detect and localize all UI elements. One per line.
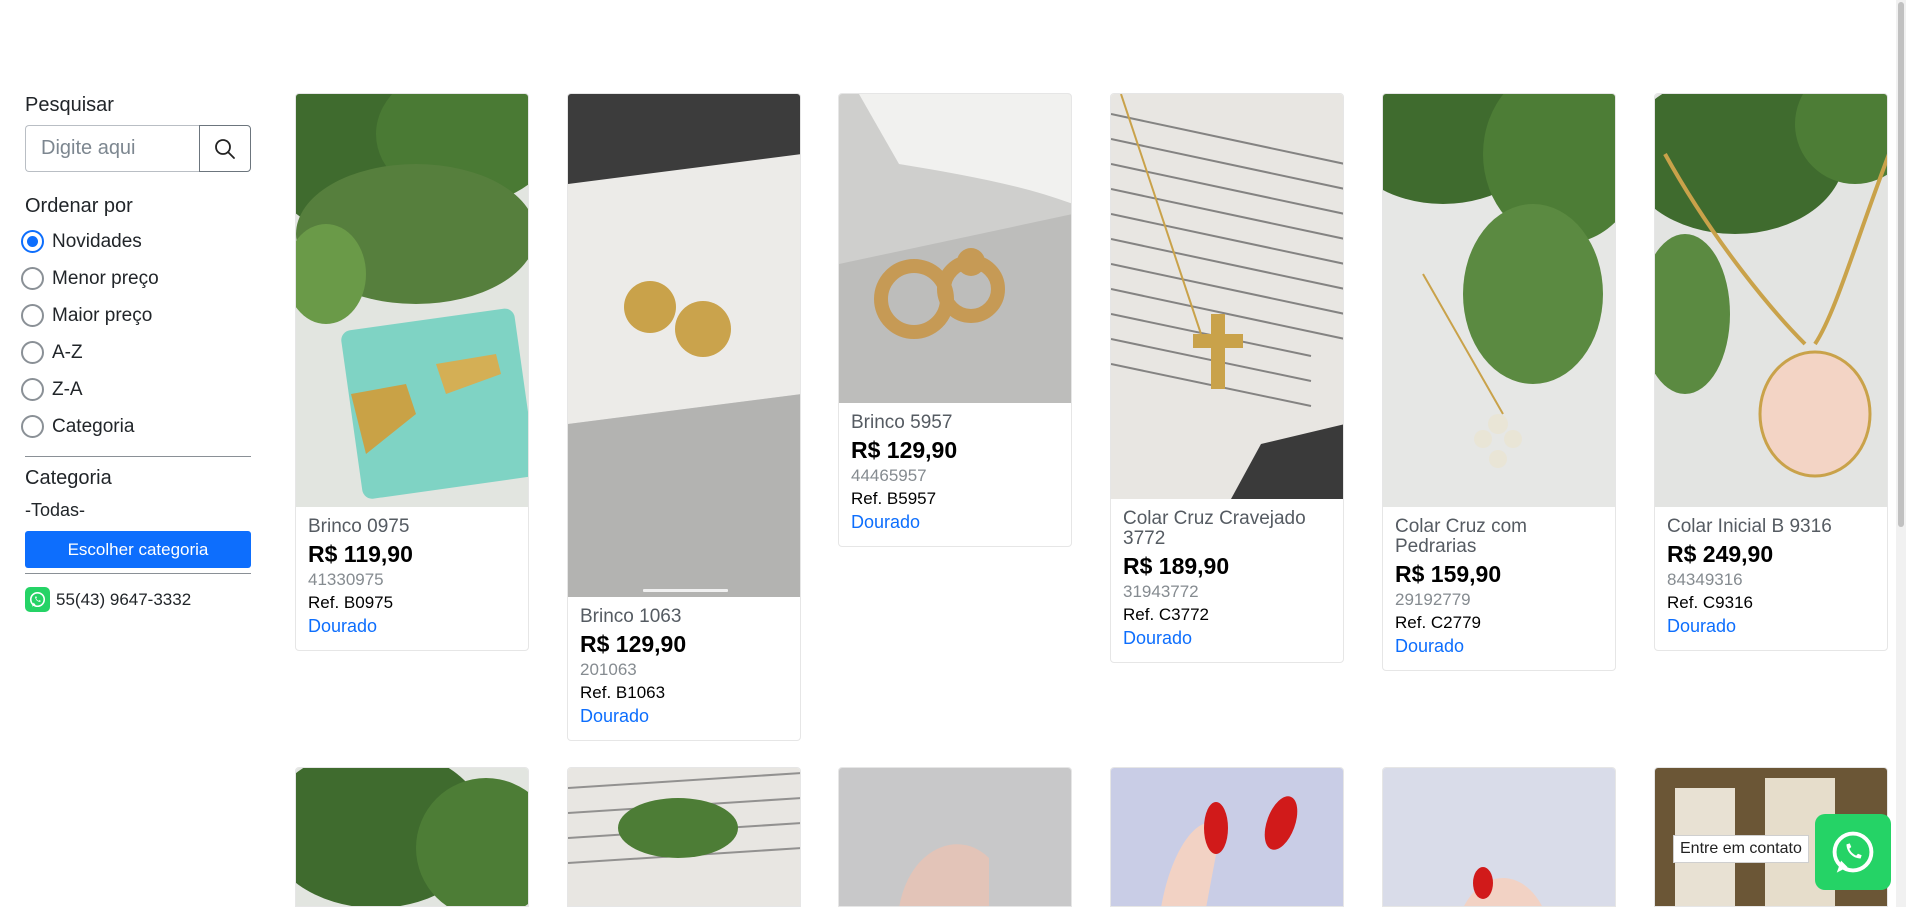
option-label: Categoria xyxy=(52,415,135,437)
product-code: 31943772 xyxy=(1123,582,1199,601)
product-color[interactable]: Dourado xyxy=(851,510,1059,534)
product-card[interactable]: Brinco 0975 R$ 119,90 41330975 Ref. B097… xyxy=(295,93,529,651)
whatsapp-icon xyxy=(1832,831,1874,873)
product-price: R$ 119,90 xyxy=(308,541,413,567)
product-name: Brinco 1063 xyxy=(580,606,682,627)
radio[interactable] xyxy=(21,378,44,401)
product-price: R$ 129,90 xyxy=(580,631,687,657)
product-code: 84349316 xyxy=(1667,570,1743,589)
order-option-categoria[interactable]: Categoria xyxy=(21,408,251,445)
order-options: Novidades Menor preço Maior preço A-Z Z-… xyxy=(21,223,251,445)
radio[interactable] xyxy=(21,267,44,290)
product-ref: Ref. B5957 xyxy=(851,489,937,508)
product-color[interactable]: Dourado xyxy=(1395,634,1603,658)
choose-category-button[interactable]: Escolher categoria xyxy=(25,531,251,568)
product-name: Brinco 5957 xyxy=(851,412,953,433)
product-code: 29192779 xyxy=(1395,590,1471,609)
product-name: Brinco 0975 xyxy=(308,516,410,537)
category-label: Categoria xyxy=(25,467,112,489)
product-ref: Ref. C3772 xyxy=(1123,605,1209,624)
product-ref: Ref. B0975 xyxy=(308,593,394,612)
product-name: Colar Cruz Cravejado 3772 xyxy=(1123,508,1306,549)
product-image[interactable] xyxy=(567,767,801,907)
divider xyxy=(25,456,251,457)
product-card[interactable]: Colar Inicial B 9316 R$ 249,90 84349316 … xyxy=(1654,93,1888,651)
product-name: Colar Cruz com Pedrarias xyxy=(1395,516,1527,557)
product-card[interactable]: Colar Cruz com Pedrarias R$ 159,90 29192… xyxy=(1382,93,1616,671)
product-ref: Ref. C2779 xyxy=(1395,613,1481,632)
order-option-menor-preco[interactable]: Menor preço xyxy=(21,260,251,297)
product-price: R$ 159,90 xyxy=(1395,561,1502,587)
scrollbar-thumb[interactable] xyxy=(1898,2,1904,527)
option-label: A-Z xyxy=(52,341,83,363)
phone-contact[interactable]: 55(43) 9647-3332 xyxy=(25,587,251,612)
product-price: R$ 249,90 xyxy=(1667,541,1774,567)
product-color[interactable]: Dourado xyxy=(308,614,516,638)
radio[interactable] xyxy=(21,341,44,364)
order-option-novidades[interactable]: Novidades xyxy=(21,223,251,260)
product-image[interactable] xyxy=(1110,767,1344,907)
product-color[interactable]: Dourado xyxy=(1667,614,1875,638)
option-label: Menor preço xyxy=(52,267,159,289)
product-price: R$ 189,90 xyxy=(1123,553,1230,579)
product-image[interactable] xyxy=(1382,767,1616,907)
search-label: Pesquisar xyxy=(25,94,114,116)
product-image[interactable] xyxy=(296,94,528,507)
sidebar: Pesquisar Ordenar por Novidades Menor pr… xyxy=(21,93,251,612)
product-image[interactable] xyxy=(1111,94,1343,499)
product-name: Colar Inicial B 9316 xyxy=(1667,516,1832,537)
product-image[interactable] xyxy=(838,767,1072,907)
option-label: Maior preço xyxy=(52,304,153,326)
order-option-maior-preco[interactable]: Maior preço xyxy=(21,297,251,334)
order-option-a-z[interactable]: A-Z xyxy=(21,334,251,371)
search-button[interactable] xyxy=(199,125,251,172)
scrollbar[interactable] xyxy=(1896,0,1906,907)
phone-number: 55(43) 9647-3332 xyxy=(56,589,192,609)
product-ref: Ref. C9316 xyxy=(1667,593,1753,612)
order-option-z-a[interactable]: Z-A xyxy=(21,371,251,408)
product-ref: Ref. B1063 xyxy=(580,683,666,702)
product-card[interactable]: Colar Cruz Cravejado 3772 R$ 189,90 3194… xyxy=(1110,93,1344,663)
product-code: 44465957 xyxy=(851,466,927,485)
product-image[interactable] xyxy=(295,767,529,907)
order-label: Ordenar por xyxy=(25,195,133,217)
option-label: Z-A xyxy=(52,378,83,400)
search-input[interactable] xyxy=(25,125,199,172)
option-label: Novidades xyxy=(52,230,142,252)
radio-checked[interactable] xyxy=(21,230,44,253)
product-image[interactable] xyxy=(1655,94,1887,507)
product-card[interactable]: Brinco 5957 R$ 129,90 44465957 Ref. B595… xyxy=(838,93,1072,547)
product-color[interactable]: Dourado xyxy=(580,704,788,728)
product-code: 201063 xyxy=(580,660,637,679)
product-color[interactable]: Dourado xyxy=(1123,626,1331,650)
search-group xyxy=(25,125,251,172)
product-price: R$ 129,90 xyxy=(851,437,958,463)
contact-tooltip: Entre em contato xyxy=(1673,835,1809,863)
divider xyxy=(25,573,251,574)
product-image[interactable] xyxy=(568,94,800,597)
radio[interactable] xyxy=(21,415,44,438)
search-icon xyxy=(215,138,235,159)
whatsapp-icon xyxy=(25,587,50,612)
product-code: 41330975 xyxy=(308,570,384,589)
product-image[interactable] xyxy=(1383,94,1615,507)
whatsapp-float-button[interactable] xyxy=(1815,814,1891,890)
category-current: -Todas- xyxy=(25,500,86,520)
product-card[interactable]: Brinco 1063 R$ 129,90 201063 Ref. B1063 … xyxy=(567,93,801,741)
product-image[interactable] xyxy=(839,94,1071,403)
radio[interactable] xyxy=(21,304,44,327)
